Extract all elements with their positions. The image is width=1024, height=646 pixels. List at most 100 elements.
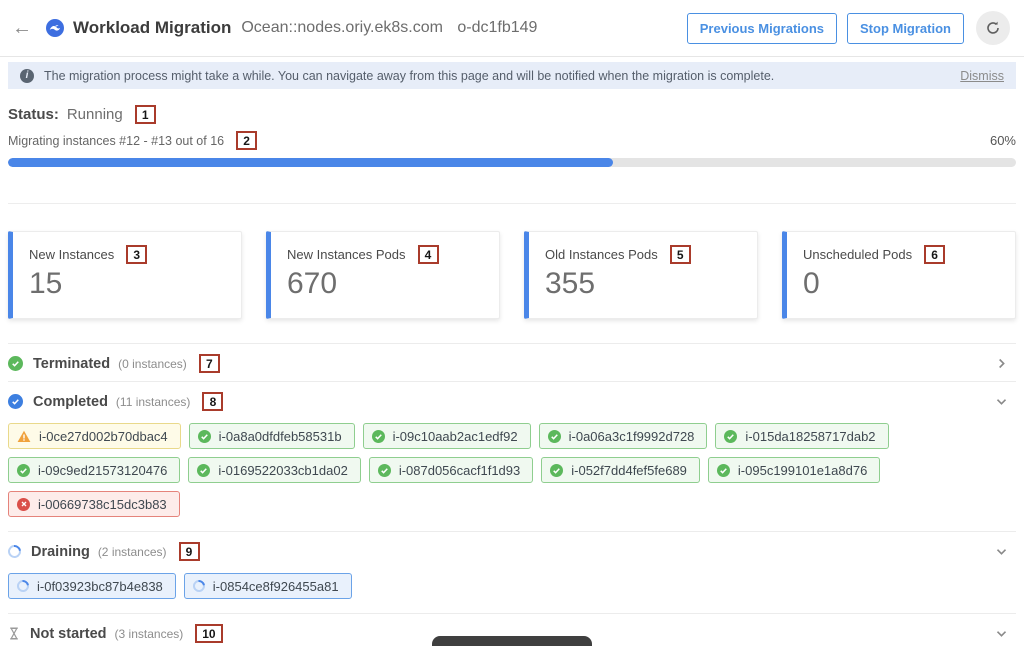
info-icon: i [20,69,34,83]
section-header[interactable]: Draining (2 instances) 9 [8,532,1016,569]
annotation-box-2: 2 [236,131,257,150]
workload-migration-page: ← Workload Migration Ocean::nodes.oriy.e… [0,0,1024,646]
ocean-resource-id: o-dc1fb149 [457,19,537,36]
check-icon [8,394,23,409]
annotation-box-3: 3 [126,245,147,264]
warning-icon [17,430,31,443]
bottom-toast-partial [432,636,592,646]
instance-chip[interactable]: i-095c199101e1a8d76 [708,457,880,483]
sections: Terminated (0 instances) 7 Completed(11 ins… [8,343,1016,646]
summary-card: New Instances 3 15 [8,231,242,319]
card-label: Old Instances Pods [545,247,658,262]
summary-card: Unscheduled Pods 6 0 [782,231,1016,319]
previous-migrations-button[interactable]: Previous Migrations [687,13,837,44]
check-icon [17,464,30,477]
annotation-box-9: 9 [179,542,200,561]
section-title: Completed [33,394,108,410]
annotation-box-6: 6 [924,245,945,264]
progress-caption-row: Migrating instances #12 - #13 out of 16 … [8,131,1016,150]
chevron-right-icon[interactable] [995,357,1008,370]
instance-id: i-015da18258717dab2 [745,429,875,444]
status-label: Status: [8,106,59,123]
check-icon [548,430,561,443]
card-value: 355 [545,267,741,301]
section-header[interactable]: Completed(11 instances)8 [8,382,1016,419]
summary-card: New Instances Pods4 670 [266,231,500,319]
instance-id: i-00669738c15dc3b83 [38,497,167,512]
divider [8,203,1016,204]
instance-chip[interactable]: i-052f7dd4fef5fe689 [541,457,700,483]
section-completed: Completed(11 instances)8i-0ce27d002b70db… [8,381,1016,531]
summary-cards: New Instances 3 15 New Instances Pods4 670 Ol… [8,231,1016,319]
annotation-box-10: 10 [195,624,222,643]
card-label-row: Old Instances Pods 5 [545,245,741,264]
card-value: 670 [287,267,483,301]
check-icon [8,356,23,371]
stop-migration-button[interactable]: Stop Migration [847,13,964,44]
card-label: New Instances [29,247,114,262]
card-label-row: Unscheduled Pods 6 [803,245,999,264]
check-icon [550,464,563,477]
annotation-box-8: 8 [202,392,223,411]
progress-percent: 60% [990,133,1016,148]
back-arrow-icon[interactable]: ← [12,18,32,38]
annotation-box-4: 4 [418,245,439,264]
instance-id: i-0169522033cb1da02 [218,463,347,478]
progress-text: Migrating instances #12 - #13 out of 16 [8,134,224,148]
refresh-button[interactable] [976,11,1010,45]
instance-chip[interactable]: i-09c10aab2ac1edf92 [363,423,531,449]
chevron-down-icon[interactable] [995,627,1008,640]
card-label: Unscheduled Pods [803,247,912,262]
info-banner: i The migration process might take a whi… [8,62,1016,89]
spinner-icon [5,542,23,560]
instance-chip[interactable]: i-09c9ed21573120476 [8,457,180,483]
instance-id: i-0f03923bc87b4e838 [37,579,163,594]
error-icon [17,498,30,511]
annotation-box-5: 5 [670,245,691,264]
progress-bar-fill [8,158,613,167]
card-value: 0 [803,267,999,301]
section-title: Not started [30,626,107,642]
instance-chip[interactable]: i-0a8a0dfdfeb58531b [189,423,355,449]
check-icon [197,464,210,477]
instance-chip[interactable]: i-0a06a3c1f9992d728 [539,423,708,449]
card-label-row: New Instances Pods4 [287,245,483,264]
instance-chip[interactable]: i-087d056cacf1f1d93 [369,457,533,483]
dismiss-link[interactable]: Dismiss [960,69,1004,83]
section-count: (3 instances) [115,627,184,641]
section-title: Draining [31,544,90,560]
section-header[interactable]: Terminated (0 instances) 7 [8,344,1016,381]
cluster-subtitle: Ocean::nodes.oriy.ek8s.com o-dc1fb149 [241,19,537,37]
chevron-down-icon[interactable] [995,545,1008,558]
instance-chip[interactable]: i-0ce27d002b70dbac4 [8,423,181,449]
instance-id: i-0a06a3c1f9992d728 [569,429,695,444]
summary-card: Old Instances Pods 5 355 [524,231,758,319]
instance-chip[interactable]: i-015da18258717dab2 [715,423,888,449]
instance-chips: i-0ce27d002b70dbac4 i-0a8a0dfdfeb58531b i-… [8,419,1016,531]
section-count: (2 instances) [98,545,167,559]
instance-id: i-087d056cacf1f1d93 [399,463,520,478]
check-icon [717,464,730,477]
instance-chip[interactable]: i-00669738c15dc3b83 [8,491,180,517]
card-value: 15 [29,267,225,301]
instance-id: i-0854ce8f926455a81 [213,579,339,594]
check-icon [372,430,385,443]
section-draining: Draining (2 instances) 9 i-0f03923bc87b4e83… [8,531,1016,613]
header: ← Workload Migration Ocean::nodes.oriy.e… [0,0,1024,57]
instance-chip[interactable]: i-0f03923bc87b4e838 [8,573,176,599]
check-icon [198,430,211,443]
instance-id: i-09c9ed21573120476 [38,463,167,478]
instance-chip[interactable]: i-0854ce8f926455a81 [184,573,352,599]
instance-id: i-0a8a0dfdfeb58531b [219,429,342,444]
chevron-down-icon[interactable] [995,395,1008,408]
instance-chips: i-0f03923bc87b4e838 i-0854ce8f926455a81 [8,569,1016,613]
check-icon [724,430,737,443]
annotation-box-7: 7 [199,354,220,373]
section-title: Terminated [33,356,110,372]
section-count: (0 instances) [118,357,187,371]
ocean-logo-icon [46,19,64,37]
status-value: Running [67,106,123,123]
instance-id: i-09c10aab2ac1edf92 [393,429,518,444]
instance-chip[interactable]: i-0169522033cb1da02 [188,457,360,483]
page-title: Workload Migration [73,18,231,38]
